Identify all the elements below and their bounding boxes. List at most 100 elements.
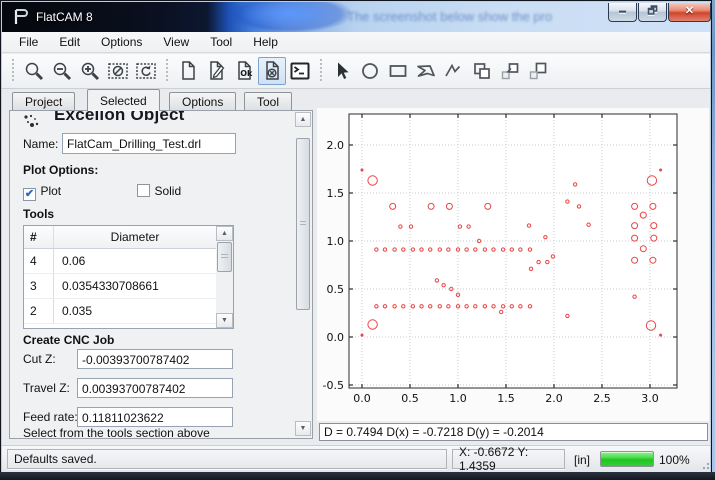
toolbar: Ok	[2, 54, 710, 89]
menu-item-help[interactable]: Help	[244, 33, 287, 51]
travel-z-label: Travel Z:	[23, 381, 70, 395]
tab-selected[interactable]: Selected	[87, 89, 160, 111]
zoom-fit-icon-button[interactable]	[20, 57, 48, 85]
menu-item-edit[interactable]: Edit	[50, 33, 89, 51]
edit-file-icon-button[interactable]	[202, 57, 230, 85]
delete-object-icon-button[interactable]	[258, 57, 286, 85]
tools-table-row[interactable]: 20.035	[24, 299, 216, 324]
drill-hole	[361, 334, 363, 336]
toolbar-grip[interactable]	[164, 59, 170, 83]
maximize-button[interactable]: 🗗	[638, 3, 667, 22]
svg-text:2.0: 2.0	[327, 139, 345, 152]
plot-canvas[interactable]: 0.00.51.01.52.02.53.0-0.50.00.51.01.52.0	[317, 108, 709, 421]
title-bar[interactable]: The screenshot below show the pro FlatCA…	[2, 2, 710, 32]
tab-tool[interactable]: Tool	[244, 92, 292, 111]
tools-table-row[interactable]: 40.06	[24, 249, 216, 274]
tools-col-diameter: Diameter	[54, 226, 216, 248]
tool-diameter[interactable]: 0.0354330708661	[54, 274, 216, 298]
clear-plot-icon	[106, 59, 130, 83]
shell-icon-button[interactable]	[286, 57, 314, 85]
units-label: [in]	[574, 453, 590, 467]
svg-text:0.0: 0.0	[327, 331, 345, 344]
panel-scroll-down-icon[interactable]: ▼	[295, 421, 311, 436]
tool-number[interactable]: 2	[24, 299, 54, 323]
ok-file-icon-button[interactable]: Ok	[230, 57, 258, 85]
close-button[interactable]: ✕	[668, 3, 711, 22]
menu-bar: FileEditOptionsViewToolHelp	[2, 32, 710, 53]
svg-text:2.5: 2.5	[593, 392, 611, 405]
status-message: Defaults saved.	[7, 449, 447, 469]
tools-table-header: # Diameter	[24, 226, 233, 249]
zoom-out-icon-button[interactable]	[48, 57, 76, 85]
cut-z-input[interactable]: -0.00393700787402	[77, 349, 233, 369]
circle-tool-icon-button[interactable]	[356, 57, 384, 85]
excellon-drills-icon	[22, 113, 42, 131]
move-objects-icon-button[interactable]	[524, 57, 552, 85]
minimize-button[interactable]: 🗕	[608, 3, 637, 22]
progress-bar	[600, 451, 654, 467]
panel-scrollbar-thumb[interactable]	[296, 138, 310, 310]
checkbox-plot[interactable]: ✔ Plot	[23, 182, 61, 201]
ok-file-icon: Ok	[232, 59, 256, 83]
copy-objects-icon-button[interactable]	[468, 57, 496, 85]
tools-scroll-up-icon[interactable]: ▲	[216, 226, 233, 241]
tools-table-scrollbar[interactable]: ▲ ▼	[216, 226, 233, 328]
polygon-tool-icon	[414, 59, 438, 83]
tool-diameter[interactable]: 0.035	[54, 299, 216, 323]
copy-objects-icon	[470, 59, 494, 83]
plot-checkbox-box[interactable]: ✔	[23, 188, 36, 201]
svg-text:0.5: 0.5	[327, 283, 345, 296]
shell-icon	[288, 59, 312, 83]
titlebar-glass-glow	[230, 2, 350, 32]
checkbox-label: Plot	[40, 184, 61, 198]
panel-scroll-up-icon[interactable]: ▲	[295, 112, 311, 127]
name-input[interactable]: FlatCam_Drilling_Test.drl	[62, 133, 236, 154]
menu-item-file[interactable]: File	[10, 33, 47, 51]
svg-text:-0.5: -0.5	[323, 379, 344, 392]
tool-number[interactable]: 3	[24, 274, 54, 298]
feed-rate-label: Feed rate:	[23, 410, 78, 424]
tab-project[interactable]: Project	[12, 92, 75, 111]
zoom-in-icon	[78, 59, 102, 83]
tools-scroll-down-icon[interactable]: ▼	[216, 313, 233, 328]
zoom-in-icon-button[interactable]	[76, 57, 104, 85]
menu-item-view[interactable]: View	[154, 33, 198, 51]
tools-table-body: 40.0630.035433070866120.035	[24, 249, 233, 324]
rectangle-tool-icon-button[interactable]	[384, 57, 412, 85]
checkbox-solid[interactable]: Solid	[137, 182, 181, 200]
flatcam-logo-icon	[12, 8, 30, 26]
polygon-tool-icon-button[interactable]	[412, 57, 440, 85]
menu-item-tool[interactable]: Tool	[201, 33, 241, 51]
replot-icon-button[interactable]	[132, 57, 160, 85]
pointer-icon-button[interactable]	[328, 57, 356, 85]
drill-hole	[660, 334, 662, 336]
toolbar-grip[interactable]	[10, 59, 16, 83]
toolbar-grip[interactable]	[318, 59, 324, 83]
replot-icon	[134, 59, 158, 83]
drill-hole	[660, 169, 662, 171]
tools-col-num: #	[24, 226, 54, 248]
path-tool-icon-button[interactable]	[440, 57, 468, 85]
tab-options[interactable]: Options	[169, 92, 236, 111]
tool-diameter[interactable]: 0.06	[54, 249, 216, 273]
tools-table-row[interactable]: 30.0354330708661	[24, 274, 216, 299]
plot-options-row: ✔ Plot Solid	[23, 182, 293, 198]
drill-hole	[361, 169, 363, 171]
edit-file-icon	[204, 59, 228, 83]
resize-grip[interactable]	[699, 459, 711, 471]
tools-label: Tools	[23, 207, 54, 221]
clear-plot-icon-button[interactable]	[104, 57, 132, 85]
progress-percent: 100%	[659, 453, 690, 467]
svg-text:0.5: 0.5	[401, 392, 419, 405]
copy-geometry-icon-button[interactable]	[496, 57, 524, 85]
tools-scrollbar-thumb[interactable]	[217, 242, 232, 272]
delete-object-icon	[260, 59, 284, 83]
travel-z-input[interactable]: 0.00393700787402	[77, 378, 233, 398]
panel-scrollbar[interactable]: ▲ ▼	[295, 111, 312, 438]
solid-checkbox-box[interactable]	[137, 184, 150, 197]
menu-item-options[interactable]: Options	[92, 33, 151, 51]
svg-text:0.0: 0.0	[353, 392, 371, 405]
tool-number[interactable]: 4	[24, 249, 54, 273]
new-file-icon-button[interactable]	[174, 57, 202, 85]
feed-rate-input[interactable]: 0.11811023622	[77, 407, 233, 427]
